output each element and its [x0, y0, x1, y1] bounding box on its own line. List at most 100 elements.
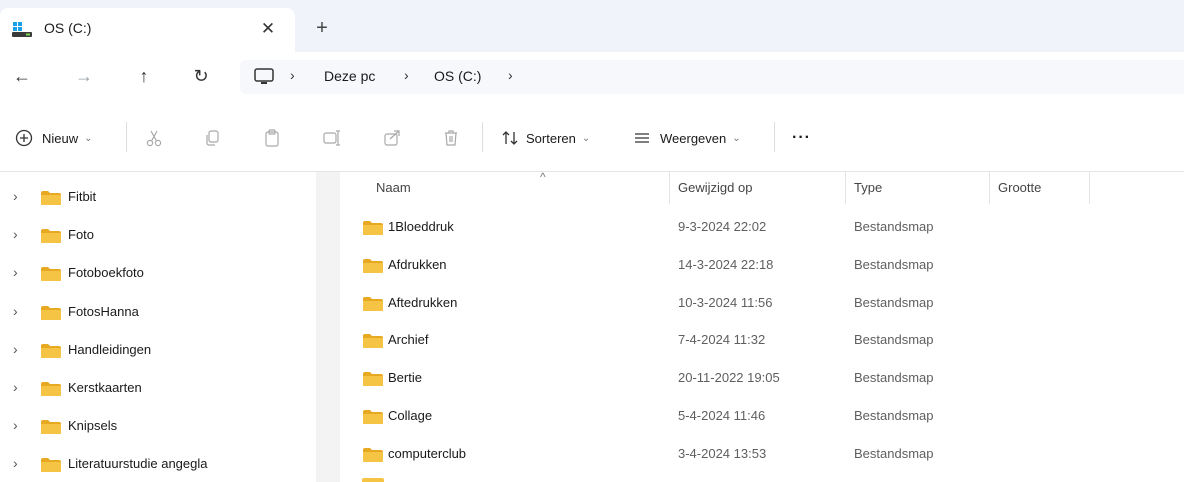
folder-icon — [41, 382, 61, 396]
file-row[interactable]: computerclub 3-4-2024 13:53 Bestandsmap — [340, 435, 1184, 473]
file-name: Aftedrukken — [388, 294, 458, 310]
tab-os-c[interactable]: OS (C:) ✕ — [0, 8, 295, 52]
chevron-right-icon[interactable]: › — [13, 264, 18, 280]
up-button[interactable]: ↑ — [130, 62, 158, 90]
breadcrumb-separator: › — [290, 67, 295, 83]
tree-item[interactable]: › Handleidingen — [0, 331, 316, 369]
navigation-bar: ← → ↑ ↻ › Deze pc › OS (C:) › — [0, 52, 1184, 100]
column-header-modified[interactable]: Gewijzigd op — [670, 172, 846, 204]
file-row[interactable]: Afdrukken 14-3-2024 22:18 Bestandsmap — [340, 246, 1184, 284]
sort-button[interactable]: Sorteren ⌄ — [500, 124, 590, 152]
file-row[interactable]: Aftedrukken 10-3-2024 11:56 Bestandsmap — [340, 284, 1184, 322]
refresh-button[interactable]: ↻ — [187, 62, 215, 90]
file-type: Bestandsmap — [854, 332, 934, 348]
new-tab-button[interactable]: + — [310, 17, 334, 41]
pane-divider[interactable] — [316, 172, 340, 482]
back-button[interactable]: ← — [8, 62, 36, 90]
column-type-label: Type — [854, 180, 883, 195]
more-options-button[interactable]: ··· — [792, 124, 811, 152]
column-header-name[interactable]: Naam — [340, 172, 670, 204]
chevron-right-icon[interactable]: › — [13, 417, 18, 433]
command-bar: Nieuw ⌄ Sorteren ⌄ Weergeven ⌄ ··· — [0, 100, 1184, 172]
tree-item-label: FotosHanna — [68, 303, 139, 319]
tree-item-label: Knipsels — [68, 418, 118, 434]
paste-button[interactable] — [262, 124, 282, 152]
chevron-down-icon: ⌄ — [84, 132, 93, 144]
breadcrumb-separator: › — [508, 67, 513, 83]
rename-icon — [323, 130, 340, 146]
folder-icon — [363, 296, 383, 311]
folder-icon — [41, 343, 61, 358]
file-modified: 20-11-2022 19:05 — [678, 370, 780, 386]
file-type: Bestandsmap — [854, 256, 934, 272]
chevron-right-icon[interactable]: › — [13, 303, 18, 319]
view-label: Weergeven — [660, 130, 727, 146]
sort-label: Sorteren — [526, 130, 576, 146]
scissors-icon — [146, 130, 162, 147]
tree-item[interactable]: › Kerstkaarten — [0, 369, 316, 407]
folder-icon — [41, 305, 61, 320]
delete-button[interactable] — [441, 124, 461, 152]
breadcrumb-separator: › — [404, 67, 409, 83]
file-type: Bestandsmap — [854, 445, 934, 461]
tab-title: OS (C:) — [44, 20, 92, 36]
rename-button[interactable] — [322, 124, 342, 152]
forward-button[interactable]: → — [70, 62, 98, 90]
view-lines-icon — [635, 133, 649, 143]
sort-icon — [502, 131, 518, 145]
share-icon — [384, 130, 400, 146]
tree-item[interactable]: › FotosHanna — [0, 293, 316, 331]
folder-icon — [363, 221, 383, 235]
folder-icon — [41, 191, 61, 205]
tree-item[interactable]: › Literatuurstudie angegla — [0, 445, 316, 482]
column-header-type[interactable]: Type — [846, 172, 990, 204]
share-button[interactable] — [382, 124, 402, 152]
file-type: Bestandsmap — [854, 408, 934, 423]
new-button[interactable]: Nieuw ⌄ — [14, 124, 93, 152]
column-header-size[interactable]: Grootte — [990, 172, 1090, 204]
divider — [126, 122, 127, 152]
file-type: Bestandsmap — [854, 370, 934, 386]
view-button[interactable]: Weergeven ⌄ — [632, 124, 741, 152]
plus-circle-icon — [15, 129, 33, 147]
chevron-right-icon[interactable]: › — [13, 188, 18, 204]
copy-button[interactable] — [202, 124, 222, 152]
folder-icon — [41, 267, 61, 282]
file-list: Naam ^ Gewijzigd op Type Grootte 1Bloedd… — [340, 170, 1184, 482]
tree-item-label: Handleidingen — [68, 341, 152, 357]
tree-item[interactable]: › Fotoboekfoto — [0, 254, 316, 292]
divider — [774, 122, 775, 152]
folder-icon — [363, 334, 383, 349]
tree-item[interactable]: › Foto — [0, 216, 316, 254]
chevron-right-icon[interactable]: › — [13, 379, 18, 395]
tree-item[interactable]: › Fitbit — [0, 178, 316, 216]
folder-icon — [363, 258, 383, 273]
navigation-pane: › Fitbit › Foto › Fotoboekfoto › FotosHanna › Han… — [0, 172, 316, 482]
folder-icon — [41, 458, 61, 473]
breadcrumb-os-c[interactable]: OS (C:) — [434, 68, 481, 84]
file-row[interactable]: 1Bloeddruk 9-3-2024 22:02 Bestandsmap — [340, 208, 1184, 246]
tree-item[interactable]: › Knipsels — [0, 407, 316, 445]
chevron-right-icon[interactable]: › — [13, 455, 18, 471]
tree-item-label: Fitbit — [68, 189, 97, 204]
file-name: Bertie — [388, 370, 422, 386]
trash-icon — [445, 130, 457, 146]
file-row[interactable]: Collage 5-4-2024 11:46 Bestandsmap — [340, 397, 1184, 435]
file-row[interactable]: Bertie 20-11-2022 19:05 Bestandsmap — [340, 359, 1184, 397]
tree-item-label: Foto — [68, 227, 95, 243]
sort-ascending-icon: ^ — [540, 170, 546, 184]
file-modified: 3-4-2024 13:53 — [678, 445, 767, 461]
breadcrumb-deze-pc[interactable]: Deze pc — [324, 68, 375, 84]
file-name: computerclub — [388, 445, 467, 461]
chevron-right-icon[interactable]: › — [13, 341, 18, 357]
folder-icon — [41, 420, 61, 435]
address-bar[interactable]: › Deze pc › OS (C:) › — [240, 60, 1184, 94]
close-icon[interactable]: ✕ — [256, 17, 280, 41]
tree-item-label: Kerstkaarten — [68, 380, 142, 395]
file-row[interactable]: Archief 7-4-2024 11:32 Bestandsmap — [340, 321, 1184, 359]
cut-button[interactable] — [144, 124, 164, 152]
column-size-label: Grootte — [998, 180, 1042, 195]
folder-icon — [363, 410, 383, 424]
divider — [482, 122, 483, 152]
chevron-right-icon[interactable]: › — [13, 226, 18, 242]
